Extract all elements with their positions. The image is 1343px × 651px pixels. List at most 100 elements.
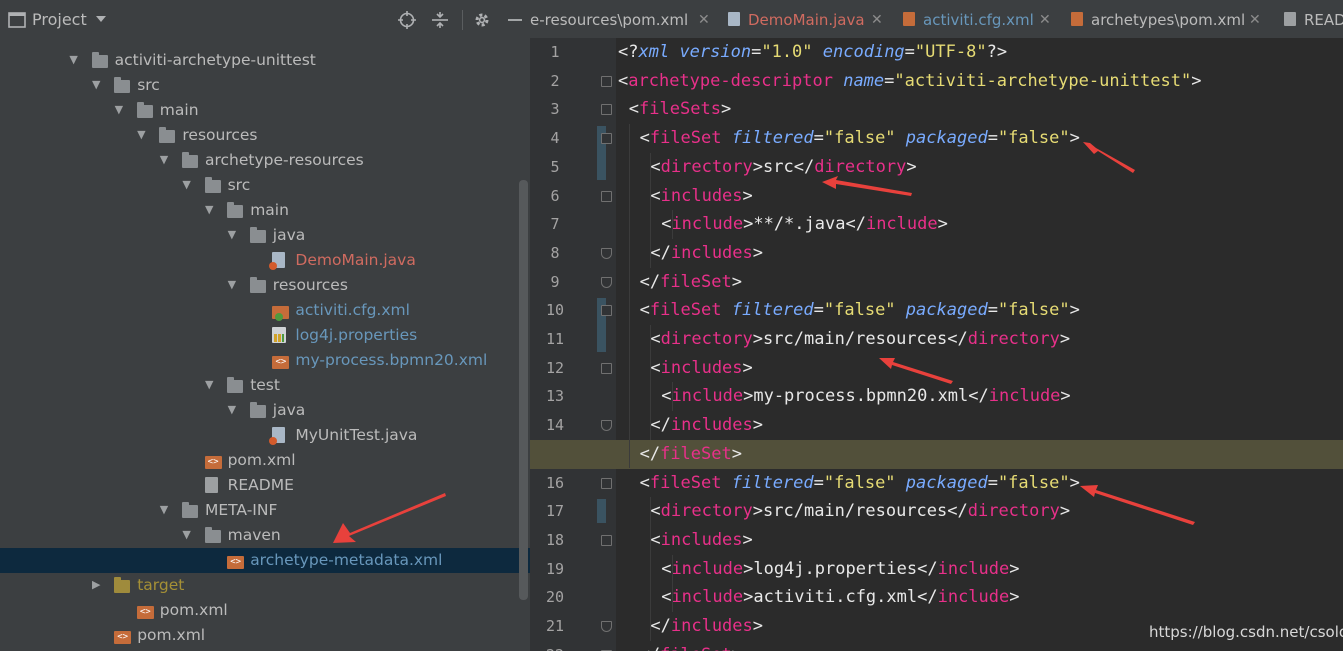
expand-arrow-icon[interactable]: ▼	[181, 178, 193, 192]
expand-arrow-icon[interactable]: ▼	[113, 103, 125, 117]
expand-arrow-icon[interactable]: ▼	[135, 128, 147, 142]
code-line[interactable]: <include>my-process.bpmn20.xml</include>	[530, 382, 1343, 411]
folder-icon	[91, 52, 108, 68]
expand-arrow-icon[interactable]: ▼	[68, 53, 80, 67]
expand-arrow-icon[interactable]: ▼	[158, 503, 170, 517]
editor-tab[interactable]: activiti.cfg.xml ✕	[901, 0, 1069, 38]
code-token: >	[1059, 501, 1071, 522]
code-line[interactable]: <directory>src/main/resources</directory…	[530, 497, 1343, 526]
tree-node[interactable]: <> pom.xml	[0, 623, 530, 648]
code-line[interactable]: </includes>	[530, 239, 1343, 268]
code-token: >	[742, 185, 753, 206]
xml-file-icon	[1071, 12, 1083, 26]
code-line[interactable]: <include>**/*.java</include>	[530, 210, 1343, 239]
close-tab-icon[interactable]: ✕	[698, 12, 710, 28]
gear-icon[interactable]	[473, 11, 491, 29]
tree-node[interactable]: ▼ test	[0, 373, 530, 398]
expand-arrow-icon[interactable]: ▼	[90, 78, 102, 92]
code-token: <	[650, 357, 661, 378]
tree-node[interactable]: ▼ src	[0, 73, 530, 98]
code-line[interactable]: <?xml version="1.0" encoding="UTF-8"?>	[530, 38, 1343, 67]
code-token: >	[742, 357, 753, 378]
tree-node[interactable]: MyUnitTest.java	[0, 423, 530, 448]
tree-node-label: java	[272, 226, 306, 244]
editor-tab[interactable]: READ	[1282, 0, 1343, 38]
close-tab-icon[interactable]: ✕	[1249, 12, 1261, 28]
hide-panel-icon[interactable]	[506, 11, 524, 29]
folder-icon	[204, 527, 221, 543]
code-line[interactable]: <directory>src</directory>	[530, 153, 1343, 182]
folder-icon	[249, 227, 266, 243]
tree-node[interactable]: ▼ java	[0, 398, 530, 423]
expand-arrow-icon[interactable]: ▼	[226, 228, 238, 242]
expand-arrow-icon[interactable]: ▼	[226, 403, 238, 417]
tree-scrollbar[interactable]	[519, 180, 528, 600]
code-line[interactable]: <fileSets>	[530, 95, 1343, 124]
tree-node[interactable]: DemoMain.java	[0, 248, 530, 273]
close-tab-icon[interactable]: ✕	[871, 12, 883, 28]
expand-arrow-icon[interactable]: ▼	[203, 203, 215, 217]
code-line[interactable]: <archetype-descriptor name="activiti-arc…	[530, 67, 1343, 96]
editor-tab[interactable]: e-resources\pom.xml ✕	[530, 0, 728, 38]
xml-file-icon: <>	[136, 606, 154, 619]
code-line[interactable]: <directory>src/main/resources</directory…	[530, 325, 1343, 354]
code-line[interactable]: <includes>	[530, 354, 1343, 383]
tree-node[interactable]: <> archetype-metadata.xml	[0, 548, 530, 573]
close-tab-icon[interactable]: ✕	[1039, 12, 1051, 28]
tree-node[interactable]: ▼ maven	[0, 523, 530, 548]
code-token: >	[1009, 587, 1020, 608]
tree-node[interactable]: ▼ archetype-resources	[0, 148, 530, 173]
expand-arrow-icon[interactable]: ▼	[226, 278, 238, 292]
code-token: =	[884, 70, 895, 91]
chevron-down-icon[interactable]	[92, 12, 110, 30]
code-text: <directory>src/main/resources</directory…	[650, 328, 1070, 350]
tree-node[interactable]: ▼ main	[0, 198, 530, 223]
tree-node[interactable]: <> my-process.bpmn20.xml	[0, 348, 530, 373]
code-line[interactable]: <includes>	[530, 526, 1343, 555]
tree-node[interactable]: activiti.cfg.xml	[0, 298, 530, 323]
project-panel-title[interactable]: Project	[32, 10, 87, 29]
code-line[interactable]: <fileSet filtered="false" packaged="fals…	[530, 469, 1343, 498]
tree-node-label: src	[227, 176, 251, 194]
code-line[interactable]: <include>activiti.cfg.xml</include>	[530, 583, 1343, 612]
tree-node[interactable]: README	[0, 473, 530, 498]
code-line[interactable]: </fileSet>	[530, 641, 1343, 651]
expand-arrow-icon[interactable]: ▼	[203, 378, 215, 392]
editor-tab[interactable]: DemoMain.java ✕	[726, 0, 901, 38]
locate-target-icon[interactable]	[398, 11, 416, 29]
expand-arrow-icon[interactable]: ▼	[158, 153, 170, 167]
tree-node[interactable]: ▼ META-INF	[0, 498, 530, 523]
tree-node-label: DemoMain.java	[295, 251, 416, 269]
code-line[interactable]: <fileSet filtered="false" packaged="fals…	[530, 296, 1343, 325]
collapse-arrow-icon[interactable]: ▶	[90, 578, 102, 592]
code-editor[interactable]: 12345678910111213141516171819202122 <?xm…	[530, 38, 1343, 651]
code-line[interactable]: </fileSet>	[530, 439, 1343, 469]
code-token: <	[639, 472, 650, 493]
header-divider	[462, 10, 463, 30]
code-line[interactable]: </fileSet>	[530, 268, 1343, 297]
tree-node[interactable]: ▶ target	[0, 573, 530, 598]
expand-arrow-icon[interactable]: ▼	[181, 528, 193, 542]
tree-node[interactable]: ▼ src	[0, 173, 530, 198]
code-line[interactable]: <includes>	[530, 182, 1343, 211]
editor-tab[interactable]: archetypes\pom.xml ✕	[1069, 0, 1279, 38]
code-line[interactable]: </includes>	[530, 411, 1343, 440]
code-token: "activiti-archetype-unittest"	[894, 70, 1192, 91]
code-token: "1.0"	[761, 42, 813, 62]
code-line[interactable]: <include>log4j.properties</include>	[530, 555, 1343, 584]
code-token: packaged	[905, 300, 988, 321]
tree-node[interactable]: log4j.properties	[0, 323, 530, 348]
tree-node[interactable]: ▼ resources	[0, 273, 530, 298]
code-token: src/main/resources	[763, 501, 948, 522]
code-token: >	[1069, 472, 1080, 493]
tree-node[interactable]: ▼ resources	[0, 123, 530, 148]
tree-node[interactable]: ▼ main	[0, 98, 530, 123]
code-line[interactable]: <fileSet filtered="false" packaged="fals…	[530, 124, 1343, 153]
tree-node[interactable]: ▼ activiti-archetype-unittest	[0, 48, 530, 73]
indent-guide	[650, 497, 651, 641]
tree-node[interactable]: ▼ java	[0, 223, 530, 248]
tree-node[interactable]: <> pom.xml	[0, 598, 530, 623]
collapse-all-icon[interactable]	[431, 11, 449, 29]
code-token: >	[1069, 128, 1080, 149]
tree-node[interactable]: <> pom.xml	[0, 448, 530, 473]
